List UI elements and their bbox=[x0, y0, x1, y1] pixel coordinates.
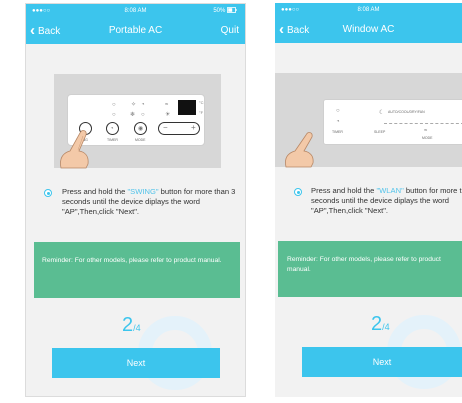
battery-percent: 50% bbox=[213, 8, 226, 14]
next-button[interactable]: Next bbox=[52, 348, 220, 378]
step-indicator: 2/4 bbox=[122, 315, 141, 336]
status-bar: ●●●○○ 8:08 AM bbox=[275, 3, 462, 17]
battery-icon bbox=[227, 7, 237, 13]
sleep-label: SLEEP bbox=[374, 130, 386, 134]
pressing-finger-icon bbox=[60, 130, 89, 169]
fan-indicator-icon: ✧ bbox=[131, 102, 137, 108]
portable-ac-screen: ●●●○○ 8:08 AM 50% ‹ Back Portable AC Quit… bbox=[25, 3, 246, 397]
instruction-radio[interactable] bbox=[44, 189, 52, 197]
step-current: 2 bbox=[371, 313, 383, 335]
reminder-box: Reminder: For other models, please refer… bbox=[34, 242, 240, 298]
reminder-text: Reminder: For other models, please refer… bbox=[42, 257, 222, 264]
celsius-icon: °C bbox=[199, 100, 204, 105]
modes-label: AUTO/COOL/DRY/FAN bbox=[388, 110, 425, 114]
mode-label: MODE bbox=[422, 136, 433, 140]
nav-bar: ‹ Back Window AC bbox=[275, 17, 462, 43]
reminder-box: Reminder: For other models, please refer… bbox=[278, 241, 462, 297]
mode-button-icon: ◉ bbox=[138, 126, 144, 132]
timer-label: TIMER bbox=[332, 130, 343, 134]
control-panel: ○ ◔ ☾ AUTO/COOL/DRY/FAN ≈ TIMER SLEEP MO… bbox=[323, 99, 462, 145]
mode-scale bbox=[384, 123, 462, 124]
minus-icon: − bbox=[163, 123, 168, 132]
timer-indicator-icon: ◔ bbox=[336, 119, 340, 125]
battery-level: 50% bbox=[213, 4, 237, 18]
reminder-text: Reminder: For other models, please refer… bbox=[287, 256, 441, 273]
plus-icon: + bbox=[191, 123, 196, 132]
lcd-display bbox=[178, 100, 196, 115]
mode-label: MODE bbox=[135, 138, 146, 142]
cool-indicator-icon: ❄ bbox=[130, 112, 136, 118]
heat-indicator-icon: ≈ bbox=[165, 102, 169, 108]
timer-label: TIMER bbox=[107, 138, 118, 142]
device-illustration: ○ ◔ ☾ AUTO/COOL/DRY/FAN ≈ TIMER SLEEP MO… bbox=[275, 73, 462, 168]
instruction-pre: Press and hold the bbox=[62, 187, 128, 196]
status-time: 8:08 AM bbox=[357, 7, 380, 13]
timer-indicator-icon: ◔ bbox=[141, 102, 145, 108]
instruction-pre: Press and hold the bbox=[311, 186, 377, 195]
instruction-highlight: "SWING" bbox=[127, 187, 159, 196]
dry-indicator-icon: ○ bbox=[141, 112, 145, 118]
pressing-finger-icon bbox=[285, 132, 314, 168]
instruction-text: Press and hold the "SWING" button for mo… bbox=[62, 187, 242, 217]
auto-indicator-icon: ○ bbox=[112, 112, 116, 118]
quit-button[interactable]: Quit bbox=[221, 22, 239, 40]
step-indicator: 2/4 bbox=[371, 314, 390, 335]
step-current: 2 bbox=[122, 314, 134, 336]
sun-indicator-icon: ☀ bbox=[165, 112, 171, 118]
nav-bar: ‹ Back Portable AC Quit bbox=[26, 18, 245, 44]
status-bar: ●●●○○ 8:08 AM 50% bbox=[26, 4, 245, 18]
instruction-highlight: "WLAN" bbox=[376, 186, 404, 195]
fahrenheit-icon: °F bbox=[199, 110, 204, 115]
wind-icon: ≈ bbox=[424, 128, 428, 134]
device-illustration: ○ ✧ ◔ ≈ ❄ ○ ○ ☀ °C °F ◔ ◉ − + SWING TIME… bbox=[54, 74, 221, 169]
instruction-text: Press and hold the "WLAN" button for mor… bbox=[311, 186, 462, 216]
status-time: 8:08 AM bbox=[124, 8, 147, 14]
next-button[interactable]: Next bbox=[302, 347, 462, 377]
power-indicator-icon: ○ bbox=[112, 102, 116, 108]
instruction-radio[interactable] bbox=[294, 188, 302, 196]
step-total: 4 bbox=[384, 322, 390, 332]
page-title: Window AC bbox=[342, 24, 395, 35]
power-indicator-icon: ○ bbox=[336, 108, 340, 114]
window-ac-screen: ●●●○○ 8:08 AM ‹ Back Window AC ○ ◔ ☾ AUTO… bbox=[275, 3, 462, 397]
page-title: Portable AC bbox=[108, 25, 163, 36]
step-total: 4 bbox=[135, 323, 141, 333]
sleep-indicator-icon: ☾ bbox=[379, 110, 385, 116]
timer-button-icon: ◔ bbox=[110, 126, 114, 132]
